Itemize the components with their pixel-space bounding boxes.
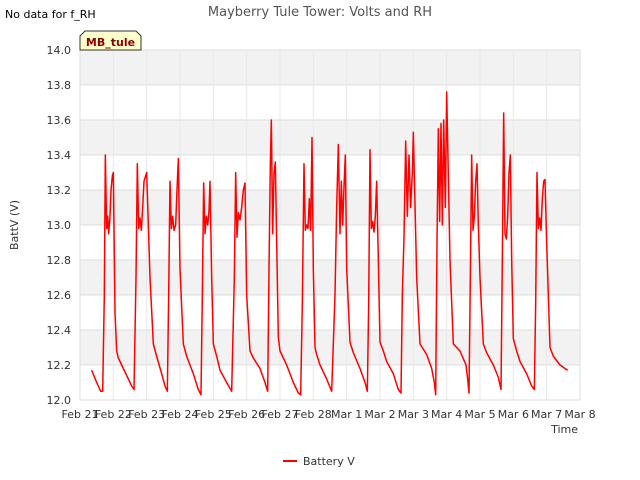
y-tick-label: 12.6 [47,289,72,302]
y-axis-label: BattV (V) [8,200,21,250]
x-tick-label: Mar 1 [331,408,362,421]
x-tick-label: Feb 28 [295,408,332,421]
x-tick-label: Mar 5 [464,408,495,421]
y-tick-label: 13.4 [47,149,72,162]
chart-title: Mayberry Tule Tower: Volts and RH [208,5,432,20]
y-axis-ticks: 12.0 12.2 12.4 12.6 12.8 13.0 13.2 13.4 13.6 13.8… [47,44,72,407]
y-tick-label: 12.2 [47,359,72,372]
x-axis-ticks: Feb 21Feb 22Feb 23Feb 24Feb 25Feb 26Feb … [62,408,596,421]
x-tick-label: Feb 27 [262,408,299,421]
x-tick-label: Feb 23 [128,408,165,421]
x-tick-label: Mar 4 [431,408,462,421]
x-tick-label: Mar 6 [498,408,529,421]
x-axis-label: Time [550,423,578,436]
plot-band [80,120,580,155]
station-badge: MB_tule [79,30,142,51]
y-tick-label: 14.0 [47,44,72,57]
x-tick-label: Feb 21 [62,408,99,421]
x-tick-label: Mar 7 [531,408,562,421]
y-tick-label: 13.0 [47,219,72,232]
plot-band [80,260,580,295]
y-tick-label: 12.8 [47,254,72,267]
x-tick-label: Feb 26 [228,408,265,421]
y-tick-label: 12.0 [47,394,72,407]
legend-label-battery-v: Battery V [303,455,355,468]
y-tick-label: 13.6 [47,114,72,127]
x-tick-label: Feb 25 [195,408,232,421]
y-tick-label: 12.4 [47,324,72,337]
y-tick-label: 13.2 [47,184,72,197]
y-tick-label: 13.8 [47,79,72,92]
legend: Battery V [283,455,355,468]
x-tick-label: Mar 2 [364,408,395,421]
x-tick-label: Feb 22 [95,408,132,421]
station-badge-label: MB_tule [86,36,135,49]
chart: 12.0 12.2 12.4 12.6 12.8 13.0 13.2 13.4 13.6 13.8… [5,5,596,468]
plot-band [80,50,580,85]
no-data-message: No data for f_RH [5,8,96,21]
x-tick-label: Mar 3 [398,408,429,421]
x-tick-label: Mar 8 [564,408,595,421]
x-tick-label: Feb 24 [162,408,199,421]
